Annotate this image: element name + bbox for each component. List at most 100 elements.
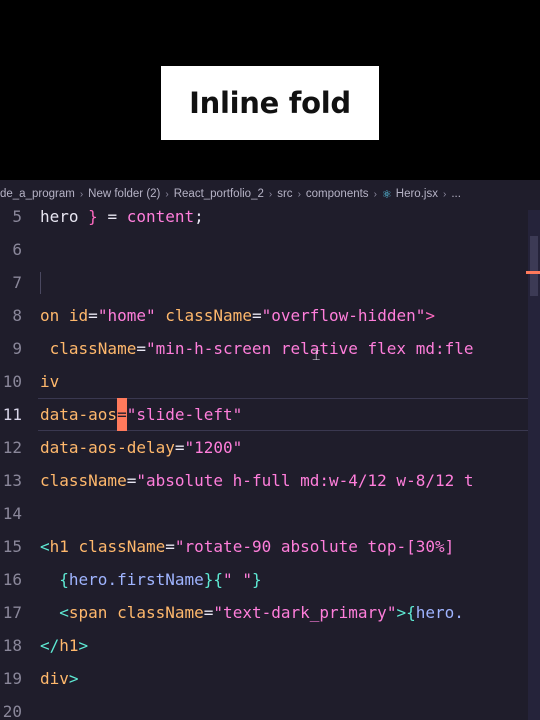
code-token: content <box>126 207 195 226</box>
scrollbar-thumb[interactable] <box>530 236 538 296</box>
breadcrumb-item[interactable]: src <box>277 188 292 200</box>
code-token: } <box>88 207 98 226</box>
code-token: = <box>136 339 146 358</box>
line-number: 8 <box>12 306 22 325</box>
line-text: div> <box>40 662 79 695</box>
line-number: 12 <box>2 438 22 457</box>
line-text: <h1 className="rotate-90 absolute top-[3… <box>40 530 464 563</box>
line-number: 11 <box>2 405 22 424</box>
code-line[interactable]: 10 iv <box>0 365 540 398</box>
line-text: <span className="text-dark_primary">{her… <box>40 596 464 629</box>
line-number: 6 <box>12 240 22 259</box>
code-token: { <box>213 570 224 589</box>
code-token: < <box>59 603 69 622</box>
code-token: "absolute h-full md:w-4/12 w-8/12 t <box>136 471 474 490</box>
line-text: on id="home" className="overflow-hidden"… <box>40 299 435 332</box>
line-number: 7 <box>12 273 22 292</box>
code-line[interactable]: 8 on id="home" className="overflow-hidden… <box>0 299 540 332</box>
code-token: on <box>40 306 69 325</box>
code-token: "home" <box>97 306 156 325</box>
code-token: { <box>59 570 69 589</box>
code-line[interactable]: 12 data-aos-delay="1200" <box>0 431 540 464</box>
code-line[interactable]: 7 <box>0 266 540 299</box>
code-line[interactable]: 9 className="min-h-screen relative flex … <box>0 332 540 365</box>
code-token: className <box>117 603 204 622</box>
code-token: > <box>396 603 407 622</box>
caption-box: Inline fold <box>161 66 379 140</box>
code-editor[interactable]: de_a_program › New folder (2) › React_portfo… <box>0 180 540 720</box>
code-token: = <box>97 207 127 226</box>
code-token: data-aos <box>40 405 118 424</box>
code-line[interactable]: 18 </h1> <box>0 629 540 662</box>
code-token: className <box>40 339 137 358</box>
code-token: </ <box>40 636 60 655</box>
breadcrumb-item[interactable]: components <box>306 188 369 200</box>
line-number: 17 <box>2 603 22 622</box>
line-text: hero } = content; <box>40 200 204 233</box>
code-token: className <box>78 537 166 556</box>
code-line[interactable]: 6 <box>0 233 540 266</box>
line-number: 19 <box>2 669 22 688</box>
code-token: ; <box>194 207 204 226</box>
caption-text: Inline fold <box>189 86 351 120</box>
code-line[interactable]: 15 <h1 className="rotate-90 absolute top-… <box>0 530 540 563</box>
code-line[interactable]: 19 div> <box>0 662 540 695</box>
line-text: {hero.firstName}{" "} <box>40 563 261 596</box>
line-number: 18 <box>2 636 22 655</box>
text-cursor-icon: ⌶ <box>312 348 321 364</box>
code-token: h1 <box>59 636 79 655</box>
breadcrumb-item[interactable]: Hero.jsx <box>396 188 438 200</box>
code-line[interactable]: 17 <span className="text-dark_primary">{… <box>0 596 540 629</box>
code-token: = <box>88 306 98 325</box>
line-number: 14 <box>2 504 22 523</box>
code-token: = <box>251 306 262 325</box>
code-token: = <box>126 471 137 490</box>
code-token: h1 <box>49 537 69 556</box>
code-token: "min-h-screen relative flex md:fle <box>145 339 474 358</box>
code-line[interactable]: 16 {hero.firstName}{" "} <box>0 563 540 596</box>
line-number: 9 <box>12 339 22 358</box>
chevron-right-icon: › <box>442 188 447 200</box>
code-token: iv <box>40 372 60 391</box>
line-number: 13 <box>2 471 22 490</box>
code-token: "slide-left" <box>126 405 243 424</box>
line-text: data-aos="slide-left" <box>40 398 242 431</box>
line-text: </h1> <box>40 629 88 662</box>
fold-indicator <box>40 272 41 294</box>
code-token: data-aos-delay <box>40 438 175 457</box>
line-number: 15 <box>2 537 22 556</box>
code-line[interactable]: 5 hero } = content; <box>0 200 540 233</box>
line-text: iv <box>40 365 59 398</box>
line-number: 16 <box>2 570 22 589</box>
chevron-right-icon: › <box>268 188 273 200</box>
breadcrumb-item[interactable]: ... <box>451 188 461 200</box>
code-token: hero <box>40 207 89 226</box>
code-token: div <box>40 669 69 688</box>
code-line[interactable]: 20 <box>0 695 540 720</box>
code-token: > <box>68 669 79 688</box>
code-token: className <box>40 471 127 490</box>
code-line[interactable]: 13 className="absolute h-full md:w-4/12 w… <box>0 464 540 497</box>
code-token: hero.firstName <box>68 570 204 589</box>
line-text: className="absolute h-full md:w-4/12 w-8… <box>40 464 474 497</box>
breadcrumb-item[interactable]: New folder (2) <box>88 188 160 200</box>
code-token: } <box>203 570 214 589</box>
breadcrumb-item[interactable]: React_portfolio_2 <box>174 188 264 200</box>
scrollbar-cursor-marker <box>526 271 540 274</box>
code-token: < <box>40 537 50 556</box>
code-token: hero. <box>415 603 464 622</box>
breadcrumb-item[interactable]: de_a_program <box>0 188 75 200</box>
code-line[interactable]: 14 <box>0 497 540 530</box>
line-number: 20 <box>2 702 22 720</box>
chevron-right-icon: › <box>165 188 169 200</box>
code-line[interactable]: 11 data-aos="slide-left" <box>0 398 540 431</box>
text-cursor: = <box>117 398 127 431</box>
line-number: 5 <box>12 207 22 226</box>
code-token: id <box>68 306 89 325</box>
chevron-right-icon: › <box>79 188 84 200</box>
code-token: span <box>68 603 108 622</box>
